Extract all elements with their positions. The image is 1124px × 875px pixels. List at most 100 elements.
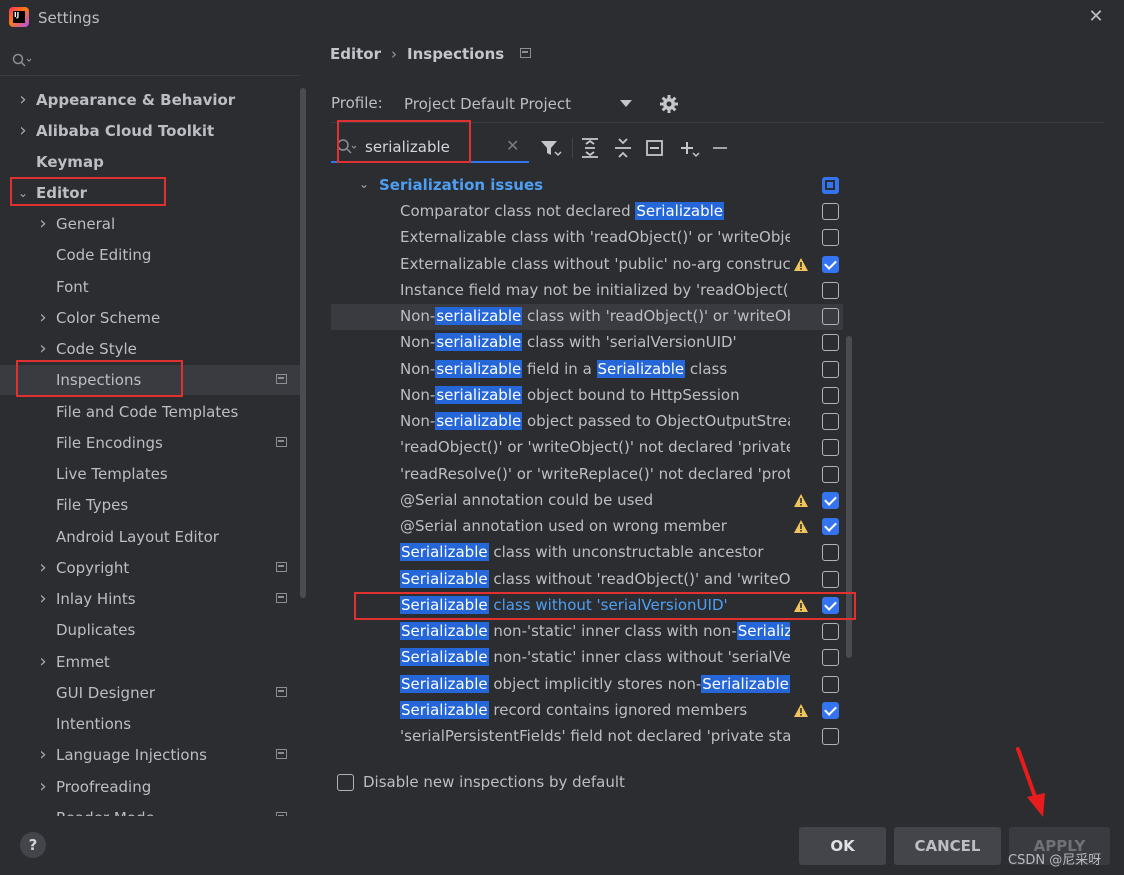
- chevron-right-icon[interactable]: ›: [36, 303, 50, 333]
- chevron-right-icon[interactable]: ›: [36, 740, 50, 770]
- collapse-all-icon[interactable]: [611, 136, 635, 160]
- sidebar-item-live-templates[interactable]: Live Templates: [0, 459, 300, 489]
- sidebar-scrollbar[interactable]: [300, 88, 306, 598]
- inspection-row[interactable]: Non-serializable class with 'readObject(…: [331, 304, 843, 330]
- chevron-right-icon[interactable]: ›: [36, 647, 50, 677]
- group-serialization-issues[interactable]: ⌄ Serialization issues: [331, 173, 841, 199]
- inspection-checkbox[interactable]: [822, 466, 839, 483]
- inspection-checkbox[interactable]: [822, 256, 839, 273]
- inspection-checkbox[interactable]: [822, 518, 839, 535]
- inspection-row[interactable]: Serializable record contains ignored mem…: [331, 698, 841, 724]
- inspection-checkbox[interactable]: [822, 282, 839, 299]
- inspection-row[interactable]: Instance field may not be initialized by…: [331, 278, 841, 304]
- inspection-checkbox[interactable]: [822, 361, 839, 378]
- inspection-row[interactable]: 'readResolve()' or 'writeReplace()' not …: [331, 462, 841, 488]
- sidebar-item-duplicates[interactable]: Duplicates: [0, 615, 300, 645]
- sidebar-item-code-style[interactable]: › Code Style: [0, 334, 300, 364]
- sidebar-item-alibaba-cloud-toolkit[interactable]: › Alibaba Cloud Toolkit: [0, 116, 300, 146]
- sidebar-item-file-and-code-templates[interactable]: File and Code Templates: [0, 397, 300, 427]
- close-icon[interactable]: ✕: [1085, 6, 1107, 28]
- sidebar-item-proofreading[interactable]: › Proofreading: [0, 772, 300, 802]
- profile-dropdown[interactable]: Project Default Project: [398, 88, 640, 120]
- sidebar-item-file-types[interactable]: File Types: [0, 490, 300, 520]
- inspection-checkbox[interactable]: [822, 623, 839, 640]
- inspection-row[interactable]: Non-serializable field in a Serializable…: [331, 357, 841, 383]
- ok-button[interactable]: OK: [799, 827, 886, 865]
- inspection-checkbox[interactable]: [822, 597, 839, 614]
- sidebar-item-file-encodings[interactable]: File Encodings: [0, 428, 300, 458]
- chevron-down-icon[interactable]: ⌄: [359, 177, 369, 191]
- sidebar-item-reader-mode[interactable]: Reader Mode: [0, 803, 300, 816]
- sidebar-item-code-editing[interactable]: Code Editing: [0, 240, 300, 270]
- chevron-right-icon[interactable]: ›: [36, 584, 50, 614]
- inspection-checkbox[interactable]: [822, 229, 839, 246]
- inspection-checkbox[interactable]: [822, 203, 839, 220]
- filter-icon[interactable]: [538, 136, 562, 160]
- chevron-right-icon[interactable]: ›: [36, 772, 50, 802]
- inspection-row[interactable]: Externalizable class without 'public' no…: [331, 252, 841, 278]
- inspection-row[interactable]: 'readObject()' or 'writeObject()' not de…: [331, 435, 841, 461]
- chevron-right-icon[interactable]: ›: [36, 553, 50, 583]
- inspection-row[interactable]: Serializable non-'static' inner class wi…: [331, 645, 841, 671]
- group-checkbox[interactable]: [822, 177, 839, 194]
- inspection-row[interactable]: Serializable class without 'readObject()…: [331, 567, 841, 593]
- inspection-checkbox[interactable]: [822, 702, 839, 719]
- inspection-row[interactable]: Serializable class with unconstructable …: [331, 540, 841, 566]
- inspection-row[interactable]: Comparator class not declared Serializab…: [331, 199, 841, 225]
- sidebar-item-font[interactable]: Font: [0, 272, 300, 302]
- chevron-right-icon[interactable]: ›: [16, 116, 30, 146]
- inspection-row[interactable]: Non-serializable object passed to Object…: [331, 409, 841, 435]
- reset-scope-icon[interactable]: [643, 136, 667, 160]
- inspection-row[interactable]: 'serialPersistentFields' field not decla…: [331, 724, 841, 750]
- add-icon[interactable]: [677, 136, 701, 160]
- sidebar-item-gui-designer[interactable]: GUI Designer: [0, 678, 300, 708]
- inspection-checkbox[interactable]: [822, 492, 839, 509]
- clear-icon[interactable]: ✕: [506, 136, 519, 155]
- inspection-row[interactable]: Serializable non-'static' inner class wi…: [331, 619, 841, 645]
- sidebar-item-inlay-hints[interactable]: › Inlay Hints: [0, 584, 300, 614]
- sidebar-item-language-injections[interactable]: › Language Injections: [0, 740, 300, 770]
- disable-new-inspections-checkbox[interactable]: [337, 774, 354, 791]
- sidebar-item-inspections[interactable]: Inspections: [0, 365, 300, 395]
- sidebar-item-android-layout-editor[interactable]: Android Layout Editor: [0, 522, 300, 552]
- chevron-down-icon[interactable]: ⌄: [16, 178, 30, 208]
- inspection-checkbox[interactable]: [822, 439, 839, 456]
- chevron-right-icon[interactable]: ›: [36, 334, 50, 364]
- inspection-checkbox[interactable]: [822, 413, 839, 430]
- inspection-row[interactable]: Non-serializable object bound to HttpSes…: [331, 383, 841, 409]
- inspection-filter[interactable]: ✕: [331, 131, 529, 163]
- inspection-row[interactable]: Externalizable class with 'readObject()'…: [331, 225, 841, 251]
- sidebar-item-emmet[interactable]: › Emmet: [0, 647, 300, 677]
- inspection-checkbox[interactable]: [822, 728, 839, 745]
- sidebar-item-intentions[interactable]: Intentions: [0, 709, 300, 739]
- sidebar-item-copyright[interactable]: › Copyright: [0, 553, 300, 583]
- inspection-row[interactable]: Non-serializable class with 'serialVersi…: [331, 330, 841, 356]
- sidebar-item-editor[interactable]: ⌄ Editor: [0, 178, 300, 208]
- expand-all-icon[interactable]: [578, 136, 602, 160]
- inspection-row[interactable]: @Serial annotation could be used: [331, 488, 841, 514]
- inspection-checkbox[interactable]: [822, 334, 839, 351]
- sidebar-item-general[interactable]: › General: [0, 209, 300, 239]
- filter-input[interactable]: [365, 135, 495, 159]
- help-button[interactable]: ?: [20, 832, 46, 858]
- list-scrollbar[interactable]: [846, 336, 852, 658]
- inspection-checkbox[interactable]: [822, 571, 839, 588]
- sidebar-item-color-scheme[interactable]: › Color Scheme: [0, 303, 300, 333]
- inspection-row[interactable]: @Serial annotation used on wrong member: [331, 514, 841, 540]
- inspection-row[interactable]: Serializable object implicitly stores no…: [331, 672, 841, 698]
- inspection-checkbox[interactable]: [822, 308, 839, 325]
- sidebar-item-appearance-behavior[interactable]: › Appearance & Behavior: [0, 85, 300, 115]
- inspection-checkbox[interactable]: [822, 676, 839, 693]
- chevron-right-icon[interactable]: ›: [16, 85, 30, 115]
- cancel-button[interactable]: CANCEL: [894, 827, 1001, 865]
- inspection-checkbox[interactable]: [822, 544, 839, 561]
- breadcrumb-editor[interactable]: Editor: [330, 45, 381, 63]
- inspection-checkbox[interactable]: [822, 649, 839, 666]
- sidebar-search[interactable]: [10, 50, 290, 74]
- inspection-row[interactable]: Serializable class without 'serialVersio…: [331, 593, 841, 619]
- gear-icon[interactable]: [658, 93, 680, 115]
- remove-icon[interactable]: [708, 136, 732, 160]
- inspection-checkbox[interactable]: [822, 387, 839, 404]
- sidebar-item-keymap[interactable]: Keymap: [0, 147, 300, 177]
- chevron-right-icon[interactable]: ›: [36, 209, 50, 239]
